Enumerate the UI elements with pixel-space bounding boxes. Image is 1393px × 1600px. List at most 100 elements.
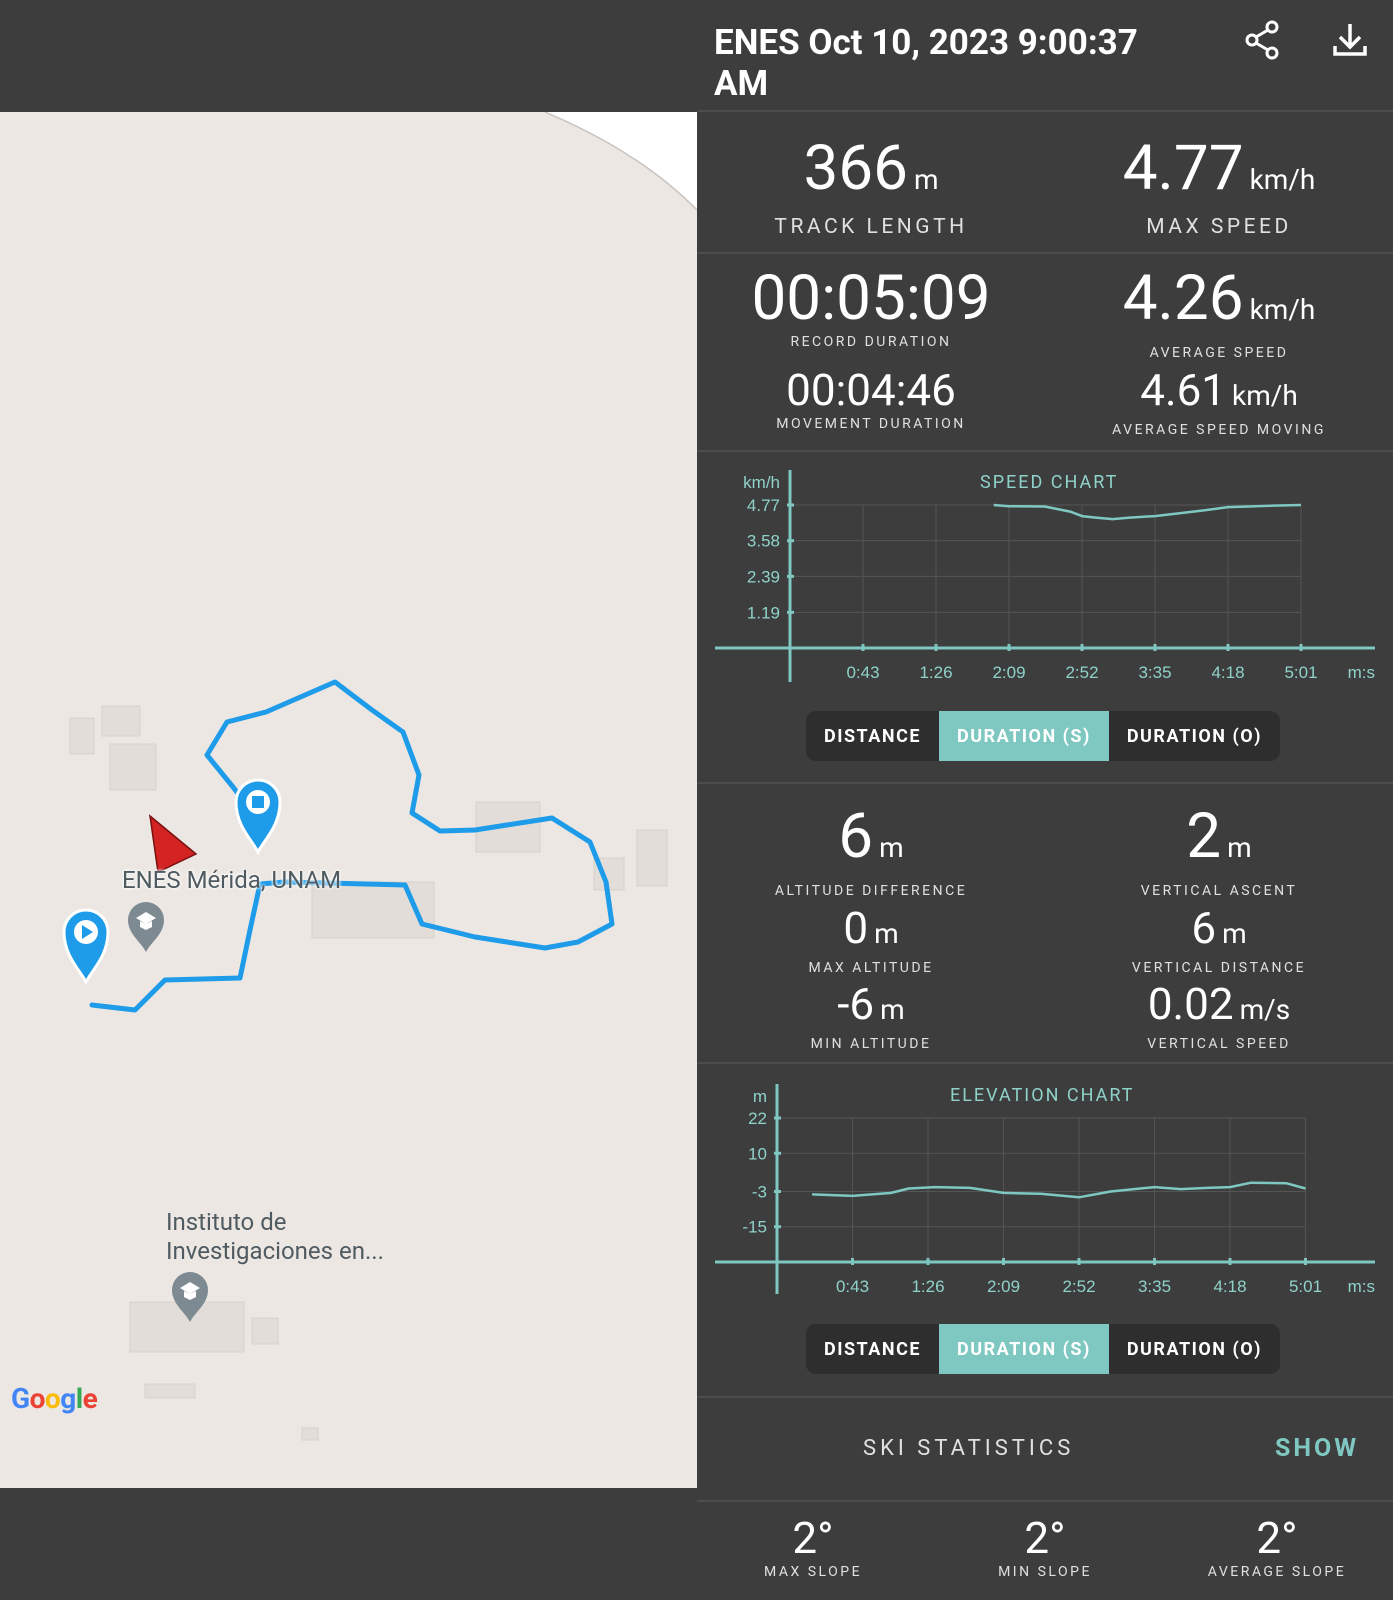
min-slope-stat: 2° MIN SLOPE bbox=[929, 1514, 1161, 1580]
min-altitude-unit: m bbox=[880, 993, 905, 1026]
vertical-ascent-label: VERTICAL ASCENT bbox=[1140, 883, 1298, 899]
average-speed-value: 4.26 bbox=[1122, 262, 1244, 335]
track-length-stat: 366 m TRACK LENGTH bbox=[697, 136, 1045, 240]
speed-mode-duration-s-button[interactable]: DURATION (S) bbox=[939, 711, 1109, 761]
chart-y-tick-label: 1.19 bbox=[747, 603, 780, 622]
chart-x-tick-label: 3:35 bbox=[1138, 663, 1171, 682]
divider bbox=[697, 252, 1393, 254]
location-arrow-icon bbox=[148, 814, 198, 874]
speed-mode-distance-button[interactable]: DISTANCE bbox=[806, 711, 939, 761]
elevation-chart-mode-toggle: DISTANCE DURATION (S) DURATION (O) bbox=[806, 1324, 1280, 1374]
chart-x-tick-label: 1:26 bbox=[919, 663, 952, 682]
track-title: ENES Oct 10, 2023 9:00:37 AM bbox=[714, 22, 1138, 104]
chart-y-tick-label: 4.77 bbox=[747, 496, 780, 515]
max-speed-value: 4.77 bbox=[1122, 132, 1244, 205]
average-slope-stat: 2° AVERAGE SLOPE bbox=[1161, 1514, 1393, 1580]
chart-x-tick-label: 2:09 bbox=[987, 1277, 1020, 1296]
chart-x-tick-label: 0:43 bbox=[846, 663, 879, 682]
chart-y-tick-label: 2.39 bbox=[747, 567, 780, 586]
map-place2-line1: Instituto de bbox=[166, 1208, 287, 1236]
ski-statistics-label: SKI STATISTICS bbox=[863, 1436, 1075, 1461]
vertical-distance-label: VERTICAL DISTANCE bbox=[1131, 960, 1307, 976]
max-speed-unit: km/h bbox=[1249, 163, 1316, 196]
altitude-difference-unit: m bbox=[879, 831, 904, 864]
map-top-bar bbox=[0, 0, 697, 112]
min-altitude-label: MIN ALTITUDE bbox=[810, 1036, 932, 1052]
movement-duration-value: 00:04:46 bbox=[786, 364, 956, 416]
google-logo: Google bbox=[11, 1382, 98, 1415]
school-pin-icon[interactable] bbox=[128, 902, 164, 952]
vertical-distance-value: 6 bbox=[1191, 902, 1217, 954]
track-end-pin[interactable] bbox=[234, 778, 282, 856]
chart-x-axis-label: m:s bbox=[1348, 1277, 1375, 1296]
map-place2-label[interactable]: Instituto de Investigaciones en... bbox=[166, 1208, 384, 1266]
min-altitude-stat: -6 m MIN ALTITUDE bbox=[697, 980, 1045, 1052]
average-speed-moving-unit: km/h bbox=[1232, 379, 1298, 412]
map-buildings bbox=[69, 705, 668, 1441]
track-length-value: 366 bbox=[803, 132, 908, 205]
elevation-mode-distance-button[interactable]: DISTANCE bbox=[806, 1324, 939, 1374]
altitude-difference-value: 6 bbox=[838, 800, 874, 873]
average-slope-label: AVERAGE SLOPE bbox=[1207, 1564, 1347, 1580]
stats-panel: ENES Oct 10, 2023 9:00:37 AM 366 m TRACK … bbox=[697, 0, 1393, 1600]
vertical-speed-unit: m/s bbox=[1239, 993, 1291, 1026]
chart-x-tick-label: 0:43 bbox=[836, 1277, 869, 1296]
vertical-speed-value: 0.02 bbox=[1147, 978, 1234, 1030]
speed-chart[interactable]: 1.19 2.39 3.58 4.77 km/h 0:43 1:26 2:09 2:52 3:35… bbox=[697, 460, 1393, 690]
average-speed-moving-stat: 4.61 km/h AVERAGE SPEED MOVING bbox=[1045, 366, 1393, 438]
chart-x-tick-label: 2:09 bbox=[992, 663, 1025, 682]
map-place2-line2: Investigaciones en... bbox=[166, 1237, 384, 1265]
average-speed-moving-label: AVERAGE SPEED MOVING bbox=[1112, 422, 1326, 438]
divider bbox=[697, 110, 1393, 112]
ski-show-button[interactable]: SHOW bbox=[1275, 1434, 1359, 1463]
vertical-ascent-unit: m bbox=[1227, 831, 1252, 864]
chart-x-tick-label: 5:01 bbox=[1284, 663, 1317, 682]
map-view[interactable]: ENES Mérida, UNAM Instituto de Investiga… bbox=[0, 112, 697, 1488]
elevation-mode-duration-o-button[interactable]: DURATION (O) bbox=[1109, 1324, 1280, 1374]
min-slope-value: 2° bbox=[1024, 1512, 1066, 1564]
record-duration-stat: 00:05:09 RECORD DURATION bbox=[697, 266, 1045, 351]
movement-duration-stat: 00:04:46 MOVEMENT DURATION bbox=[697, 366, 1045, 432]
chart-x-axis-label: m:s bbox=[1348, 663, 1375, 682]
track-start-pin[interactable] bbox=[62, 908, 110, 986]
max-speed-stat: 4.77 km/h MAX SPEED bbox=[1045, 136, 1393, 240]
chart-y-tick-label: 10 bbox=[748, 1144, 767, 1163]
max-slope-stat: 2° MAX SLOPE bbox=[697, 1514, 929, 1580]
elevation-mode-duration-s-button[interactable]: DURATION (S) bbox=[939, 1324, 1109, 1374]
speed-mode-duration-o-button[interactable]: DURATION (O) bbox=[1109, 711, 1280, 761]
vertical-speed-label: VERTICAL SPEED bbox=[1147, 1036, 1291, 1052]
chart-y-tick-label: -15 bbox=[742, 1218, 767, 1237]
average-speed-stat: 4.26 km/h AVERAGE SPEED bbox=[1045, 266, 1393, 362]
map-bottom-bar bbox=[0, 1488, 697, 1600]
divider bbox=[697, 450, 1393, 452]
max-slope-label: MAX SLOPE bbox=[763, 1564, 863, 1580]
max-slope-value: 2° bbox=[792, 1512, 834, 1564]
chart-x-tick-label: 2:52 bbox=[1065, 663, 1098, 682]
movement-duration-label: MOVEMENT DURATION bbox=[776, 416, 966, 432]
map-white-area bbox=[545, 112, 697, 210]
chart-x-tick-label: 1:26 bbox=[911, 1277, 944, 1296]
vertical-distance-unit: m bbox=[1222, 917, 1247, 950]
chart-series-line bbox=[812, 1181, 1306, 1199]
share-icon[interactable] bbox=[1240, 18, 1286, 64]
average-speed-label: AVERAGE SPEED bbox=[1149, 345, 1289, 361]
speed-chart-mode-toggle: DISTANCE DURATION (S) DURATION (O) bbox=[806, 711, 1280, 761]
record-duration-value: 00:05:09 bbox=[751, 262, 991, 335]
map-canvas bbox=[62, 112, 697, 1441]
download-icon[interactable] bbox=[1327, 18, 1373, 64]
max-altitude-value: 0 bbox=[843, 902, 869, 954]
elevation-chart[interactable]: -15 -3 10 22 m 0:43 1:26 2:09 2:52 3:35 4:18 5:01 m:… bbox=[697, 1072, 1393, 1302]
average-slope-value: 2° bbox=[1256, 1512, 1298, 1564]
min-slope-label: MIN SLOPE bbox=[998, 1564, 1092, 1580]
max-altitude-unit: m bbox=[874, 917, 899, 950]
altitude-difference-stat: 6m ALTITUDE DIFFERENCE bbox=[697, 804, 1045, 900]
average-speed-moving-value: 4.61 bbox=[1140, 364, 1227, 416]
chart-series-line bbox=[993, 503, 1302, 521]
vertical-distance-stat: 6m VERTICAL DISTANCE bbox=[1045, 904, 1393, 976]
map-place-label[interactable]: ENES Mérida, UNAM bbox=[122, 866, 341, 895]
average-speed-unit: km/h bbox=[1249, 293, 1316, 326]
min-altitude-value: -6 bbox=[837, 978, 875, 1030]
vertical-speed-stat: 0.02 m/s VERTICAL SPEED bbox=[1045, 980, 1393, 1052]
track-length-unit: m bbox=[913, 163, 939, 196]
divider bbox=[697, 1062, 1393, 1064]
